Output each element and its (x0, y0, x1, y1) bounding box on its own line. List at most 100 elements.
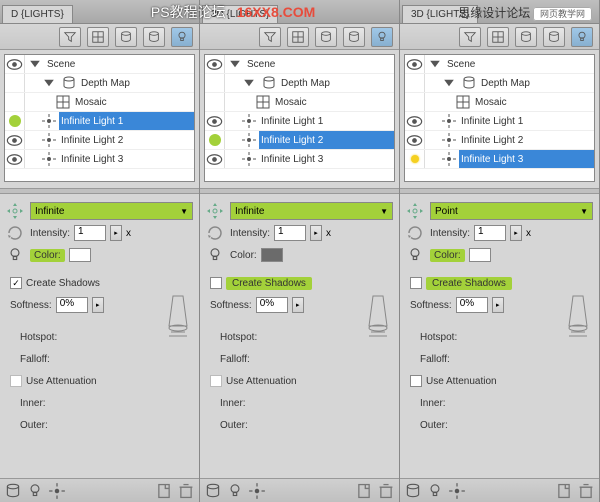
visibility-toggle[interactable] (5, 55, 25, 73)
mesh-button[interactable] (515, 27, 537, 47)
move-light-icon[interactable] (4, 200, 26, 222)
new-item-icon[interactable] (355, 483, 373, 499)
trash-icon[interactable] (577, 483, 595, 499)
light-type-select[interactable]: Infinite▼ (230, 202, 393, 220)
light-button[interactable] (371, 27, 393, 47)
visibility-toggle[interactable] (5, 131, 25, 149)
visibility-toggle[interactable] (5, 150, 25, 168)
visibility-toggle[interactable] (205, 93, 225, 111)
grid-button[interactable] (287, 27, 309, 47)
footer-icon-1[interactable] (204, 483, 222, 499)
tree-depth-map[interactable]: Depth Map (405, 74, 594, 93)
visibility-toggle[interactable] (205, 150, 225, 168)
filter-button[interactable] (259, 27, 281, 47)
intensity-slider-icon[interactable]: ▸ (310, 225, 322, 241)
rotate-light-icon[interactable] (204, 222, 226, 244)
filter-button[interactable] (459, 27, 481, 47)
target-light-icon[interactable] (4, 244, 26, 266)
rotate-light-icon[interactable] (404, 222, 426, 244)
light-button[interactable] (571, 27, 593, 47)
intensity-input[interactable]: 1 (274, 225, 306, 241)
color-swatch[interactable] (469, 248, 491, 262)
mesh-button[interactable] (315, 27, 337, 47)
light-type-select[interactable]: Point▼ (430, 202, 593, 220)
visibility-toggle[interactable] (205, 74, 225, 92)
material-button[interactable] (143, 27, 165, 47)
visibility-toggle[interactable] (5, 93, 25, 111)
tree-mosaic[interactable]: Mosaic (5, 93, 194, 112)
create-shadows-checkbox[interactable] (210, 277, 222, 289)
intensity-input[interactable]: 1 (74, 225, 106, 241)
expand-arrow-icon[interactable] (241, 76, 257, 90)
color-swatch[interactable] (69, 248, 91, 262)
new-item-icon[interactable] (155, 483, 173, 499)
filter-button[interactable] (59, 27, 81, 47)
tree-light-item[interactable]: Infinite Light 1 (205, 112, 394, 131)
light-type-select[interactable]: Infinite▼ (30, 202, 193, 220)
softness-input[interactable]: 0% (256, 297, 288, 313)
expand-arrow-icon[interactable] (441, 76, 457, 90)
footer-icon-3[interactable] (248, 483, 266, 499)
expand-arrow-icon[interactable] (427, 57, 443, 71)
trash-icon[interactable] (377, 483, 395, 499)
visibility-toggle[interactable] (205, 112, 225, 130)
mesh-button[interactable] (115, 27, 137, 47)
expand-arrow-icon[interactable] (227, 57, 243, 71)
visibility-toggle[interactable] (205, 131, 225, 149)
target-light-icon[interactable] (404, 244, 426, 266)
tree-depth-map[interactable]: Depth Map (5, 74, 194, 93)
grid-button[interactable] (487, 27, 509, 47)
target-light-icon[interactable] (204, 244, 226, 266)
create-shadows-checkbox[interactable]: ✓ (10, 277, 22, 289)
expand-arrow-icon[interactable] (41, 76, 57, 90)
tree-light-item[interactable]: Infinite Light 2 (205, 131, 394, 150)
move-light-icon[interactable] (404, 200, 426, 222)
material-button[interactable] (543, 27, 565, 47)
footer-icon-1[interactable] (4, 483, 22, 499)
rotate-light-icon[interactable] (4, 222, 26, 244)
softness-slider-icon[interactable]: ▸ (492, 297, 504, 313)
visibility-toggle[interactable] (5, 74, 25, 92)
visibility-toggle[interactable] (405, 112, 425, 130)
tree-scene[interactable]: Scene (5, 55, 194, 74)
new-item-icon[interactable] (555, 483, 573, 499)
trash-icon[interactable] (177, 483, 195, 499)
tree-light-item[interactable]: Infinite Light 2 (405, 131, 594, 150)
tree-light-item[interactable]: Infinite Light 3 (205, 150, 394, 169)
tree-light-item[interactable]: Infinite Light 3 (405, 150, 594, 169)
tree-light-item[interactable]: Infinite Light 2 (5, 131, 194, 150)
softness-slider-icon[interactable]: ▸ (92, 297, 104, 313)
move-light-icon[interactable] (204, 200, 226, 222)
grid-button[interactable] (87, 27, 109, 47)
material-button[interactable] (343, 27, 365, 47)
footer-icon-2[interactable] (26, 483, 44, 499)
footer-icon-2[interactable] (226, 483, 244, 499)
tree-light-item[interactable]: Infinite Light 1 (5, 112, 194, 131)
intensity-slider-icon[interactable]: ▸ (110, 225, 122, 241)
tree-depth-map[interactable]: Depth Map (205, 74, 394, 93)
footer-icon-1[interactable] (404, 483, 422, 499)
use-attenuation-checkbox[interactable] (410, 375, 422, 387)
tree-scene[interactable]: Scene (205, 55, 394, 74)
visibility-toggle[interactable] (405, 74, 425, 92)
visibility-toggle[interactable] (405, 55, 425, 73)
softness-input[interactable]: 0% (456, 297, 488, 313)
footer-icon-2[interactable] (426, 483, 444, 499)
tree-light-item[interactable]: Infinite Light 1 (405, 112, 594, 131)
softness-input[interactable]: 0% (56, 297, 88, 313)
color-swatch[interactable] (261, 248, 283, 262)
tree-light-item[interactable]: Infinite Light 3 (5, 150, 194, 169)
visibility-toggle[interactable] (405, 150, 425, 168)
visibility-toggle[interactable] (405, 131, 425, 149)
footer-icon-3[interactable] (48, 483, 66, 499)
expand-arrow-icon[interactable] (27, 57, 43, 71)
softness-slider-icon[interactable]: ▸ (292, 297, 304, 313)
visibility-toggle[interactable] (205, 55, 225, 73)
tree-scene[interactable]: Scene (405, 55, 594, 74)
intensity-input[interactable]: 1 (474, 225, 506, 241)
tree-mosaic[interactable]: Mosaic (205, 93, 394, 112)
footer-icon-3[interactable] (448, 483, 466, 499)
tree-mosaic[interactable]: Mosaic (405, 93, 594, 112)
create-shadows-checkbox[interactable] (410, 277, 422, 289)
visibility-toggle[interactable] (405, 93, 425, 111)
